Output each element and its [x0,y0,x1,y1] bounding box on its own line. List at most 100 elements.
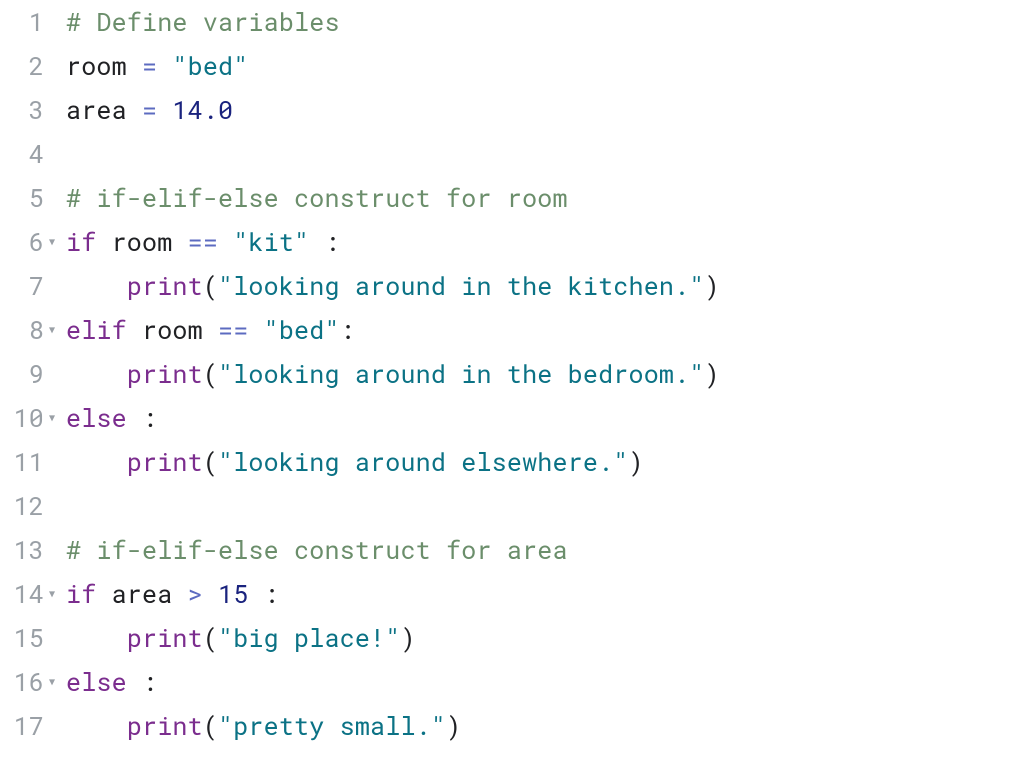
fold-gutter: ▼ ▼ ▼ ▼ ▼ [48,0,62,748]
line-number: 2 [0,44,44,88]
line-number: 17 [0,704,44,748]
token-var: room [66,49,127,82]
token-var: room [96,225,187,258]
line-number: 16 [0,660,44,704]
code-line[interactable]: room = "bed" [66,44,1010,88]
line-number: 9 [0,352,44,396]
code-line[interactable]: else : [66,396,1010,440]
token-pn: ( [203,269,218,302]
line-number: 1 [0,0,44,44]
line-number: 6 [0,220,44,264]
fold-toggle-icon[interactable]: ▼ [48,396,55,440]
code-line[interactable]: elif room == "bed": [66,308,1010,352]
code-line[interactable]: else : [66,660,1010,704]
token-str: "looking around in the bedroom." [218,357,704,390]
token-pn: ) [446,709,461,742]
fold-marker-slot [48,352,62,396]
fold-marker-slot [48,440,62,484]
token-str: "looking around in the kitchen." [218,269,704,302]
line-number: 13 [0,528,44,572]
token-pn: : [340,313,355,346]
code-line[interactable]: # if-elif-else construct for area [66,528,1010,572]
code-line[interactable] [66,132,1010,176]
code-editor[interactable]: 1234567891011121314151617 ▼▼▼▼▼ # Define… [0,0,1010,748]
token-var: area [96,577,187,610]
fold-marker-slot: ▼ [48,308,62,352]
fold-toggle-icon[interactable]: ▼ [48,572,55,616]
token-var: room [127,313,218,346]
token-fn: print [127,709,203,742]
fold-marker-slot: ▼ [48,220,62,264]
fold-marker-slot [48,176,62,220]
token-kw: if [66,577,96,610]
fold-marker-slot [48,264,62,308]
token-str: "kit" [233,225,309,258]
token-var [309,225,324,258]
token-kw: else [66,665,127,698]
fold-toggle-icon[interactable]: ▼ [48,220,55,264]
code-line[interactable]: print("looking around in the bedroom.") [66,352,1010,396]
code-line[interactable]: area = 14.0 [66,88,1010,132]
token-var [66,621,127,654]
fold-toggle-icon[interactable]: ▼ [48,660,55,704]
token-var [218,225,233,258]
token-str: "bed" [264,313,340,346]
token-var [127,401,142,434]
fold-marker-slot [48,528,62,572]
token-str: "bed" [172,49,248,82]
line-number: 3 [0,88,44,132]
code-area[interactable]: # Define variablesroom = "bed"area = 14.… [62,0,1010,748]
token-var [66,357,127,390]
token-var [127,49,142,82]
token-pn: ( [203,621,218,654]
fold-marker-slot [48,44,62,88]
fold-marker-slot [48,704,62,748]
code-line[interactable]: print("looking around elsewhere.") [66,440,1010,484]
token-str: "big place!" [218,621,400,654]
token-pn: : [324,225,339,258]
token-var [127,665,142,698]
token-var [203,577,218,610]
token-op: > [188,577,203,610]
line-number: 4 [0,132,44,176]
line-number: 11 [0,440,44,484]
token-var [127,93,142,126]
token-var [66,709,127,742]
code-line[interactable]: print("big place!") [66,616,1010,660]
token-var [66,269,127,302]
token-var [66,445,127,478]
code-line[interactable]: if room == "kit" : [66,220,1010,264]
code-line[interactable]: print("pretty small.") [66,704,1010,748]
token-str: "pretty small." [218,709,446,742]
token-fn: print [127,445,203,478]
code-line[interactable]: if area > 15 : [66,572,1010,616]
code-line[interactable]: # if-elif-else construct for room [66,176,1010,220]
token-op: = [142,49,157,82]
line-number: 14 [0,572,44,616]
token-pn: : [142,401,157,434]
token-pn: ) [705,357,720,390]
fold-toggle-icon[interactable]: ▼ [48,308,55,352]
token-str: "looking around elsewhere." [218,445,628,478]
fold-marker-slot [48,132,62,176]
token-pn: ) [629,445,644,478]
token-num: 14.0 [172,93,233,126]
fold-marker-slot [48,88,62,132]
line-number: 12 [0,484,44,528]
fold-marker-slot: ▼ [48,660,62,704]
token-var [248,577,263,610]
token-pn: ) [400,621,415,654]
code-line[interactable]: # Define variables [66,0,1010,44]
code-line[interactable]: print("looking around in the kitchen.") [66,264,1010,308]
code-line[interactable] [66,484,1010,528]
fold-marker-slot: ▼ [48,396,62,440]
token-pn: : [264,577,279,610]
line-number-gutter: 1234567891011121314151617 [0,0,48,748]
token-kw: else [66,401,127,434]
token-var [157,49,172,82]
token-op: == [188,225,218,258]
token-cm: # Define variables [66,5,340,38]
token-op: == [218,313,248,346]
token-num: 15 [218,577,248,610]
token-kw: if [66,225,96,258]
